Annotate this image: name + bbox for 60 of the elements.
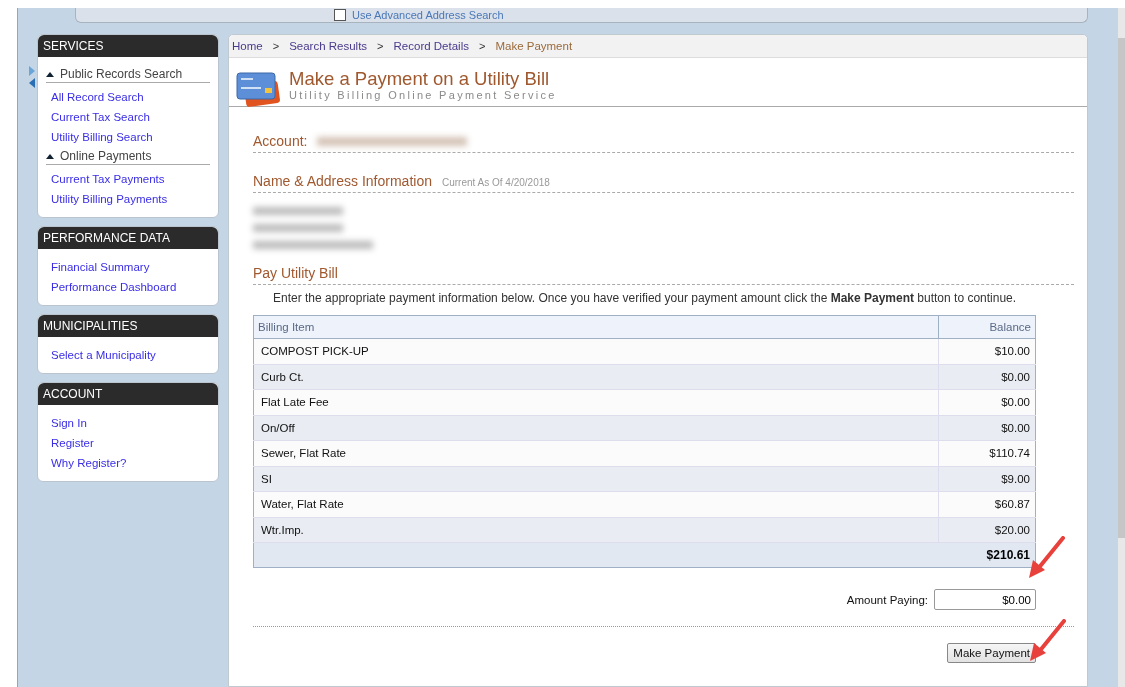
sidebar-link[interactable]: Why Register? <box>51 453 210 473</box>
sidebar-link[interactable]: Current Tax Payments <box>51 169 210 189</box>
table-cell: Flat Late Fee <box>253 389 939 415</box>
breadcrumb-link[interactable]: Home <box>232 40 263 52</box>
sidebar-link[interactable]: All Record Search <box>51 87 210 107</box>
sidebar-link[interactable]: Performance Dashboard <box>51 277 210 297</box>
amount-label: Amount Paying: <box>846 593 928 606</box>
amount-input[interactable]: $0.00 <box>934 589 1036 610</box>
page-title: Make a Payment on a Utility Bill <box>289 69 551 89</box>
sidebar-link[interactable]: Utility Billing Payments <box>51 189 210 209</box>
credit-card-icon <box>235 69 283 109</box>
panel-header: ACCOUNT <box>38 383 218 405</box>
section-title: Pay Utility Bill <box>253 265 338 281</box>
instruction-text: Enter the appropriate payment information below. Once you have verified your payment amount click the Make Payment button to continue. <box>273 291 1018 305</box>
table-cell: Water, Flat Rate <box>253 491 939 517</box>
advanced-search-link[interactable]: Use Advanced Address Search <box>352 9 504 22</box>
table-cell: $110.74 <box>938 440 1036 466</box>
panel-header: SERVICES <box>38 35 218 57</box>
sidebar-link[interactable]: Utility Billing Search <box>51 127 210 147</box>
collapse-toggle-icon[interactable] <box>27 64 36 90</box>
table-cell: On/Off <box>253 415 939 441</box>
sidebar-link[interactable]: Current Tax Search <box>51 107 210 127</box>
page-subtitle: Utility Billing Online Payment Service <box>289 89 557 102</box>
breadcrumb-link[interactable]: Record Details <box>393 40 469 52</box>
table-cell: $10.00 <box>938 338 1036 364</box>
breadcrumb-separator: > <box>377 40 384 52</box>
make-payment-button[interactable]: Make Payment <box>947 643 1036 663</box>
table-cell: $0.00 <box>938 415 1036 441</box>
table-cell: Wtr.Imp. <box>253 517 939 543</box>
table-cell: $0.00 <box>938 389 1036 415</box>
table-cell: Curb Ct. <box>253 364 939 390</box>
column-header: Billing Item <box>253 315 939 339</box>
sidebar-link[interactable]: Financial Summary <box>51 257 210 277</box>
panel-header: PERFORMANCE DATA <box>38 227 218 249</box>
table-cell: SI <box>253 466 939 492</box>
table-cell: COMPOST PICK-UP <box>253 338 939 364</box>
section-title: Account: <box>253 133 308 149</box>
caret-up-icon <box>46 71 54 77</box>
caret-up-icon <box>46 153 54 159</box>
breadcrumb-link[interactable]: Search Results <box>289 40 368 52</box>
checkbox[interactable] <box>334 9 346 21</box>
panel-header: MUNICIPALITIES <box>38 315 218 337</box>
table-cell: $20.00 <box>938 517 1036 543</box>
breadcrumb-separator: > <box>272 40 280 52</box>
sidebar-link[interactable]: Select a Municipality <box>51 345 210 365</box>
group-heading: Online Payments <box>60 149 152 163</box>
annotation-arrow <box>1028 619 1068 663</box>
table-cell: $60.87 <box>938 491 1036 517</box>
section-title: Name & Address Information <box>253 173 432 189</box>
breadcrumb-link[interactable]: Make Payment <box>495 40 573 52</box>
date-note: Current As Of 4/20/2018 <box>442 177 550 188</box>
table-cell: Sewer, Flat Rate <box>253 440 939 466</box>
sidebar-link[interactable]: Sign In <box>51 413 210 433</box>
group-heading: Public Records Search <box>60 67 183 81</box>
breadcrumb-separator: > <box>478 40 486 52</box>
table-cell: $0.00 <box>938 364 1036 390</box>
table-cell: $9.00 <box>938 466 1036 492</box>
column-header: Balance <box>938 315 1036 339</box>
scrollbar-thumb[interactable] <box>1118 38 1125 538</box>
sidebar-link[interactable]: Register <box>51 433 210 453</box>
